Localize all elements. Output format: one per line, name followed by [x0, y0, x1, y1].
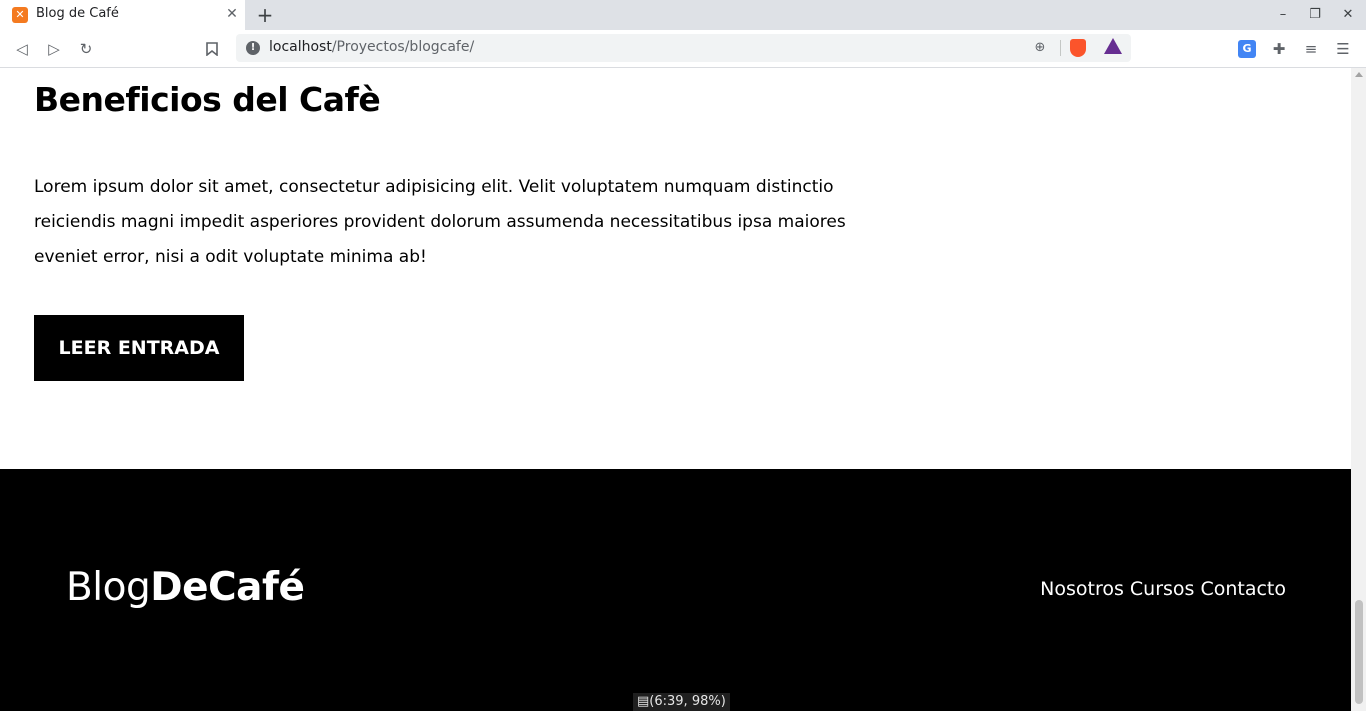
- logo-light-text: Blog: [66, 565, 151, 610]
- reload-button[interactable]: ↻: [75, 38, 97, 60]
- back-button[interactable]: ◁: [11, 38, 33, 60]
- forward-button[interactable]: ▷: [43, 38, 65, 60]
- page-viewport: Beneficios del Cafè Lorem ipsum dolor si…: [0, 68, 1351, 711]
- bookmark-icon[interactable]: [201, 38, 223, 60]
- browser-toolbar: ◁ ▷ ↻ ! localhost/Proyectos/blogcafe/ ⊕ …: [0, 30, 1366, 68]
- page-scrollbar[interactable]: [1351, 68, 1366, 711]
- tab-title: Blog de Café: [36, 6, 119, 21]
- window-close-button[interactable]: ✕: [1338, 5, 1358, 25]
- logo-bold-text: DeCafé: [150, 565, 305, 610]
- close-icon[interactable]: ✕: [224, 6, 240, 22]
- new-tab-button[interactable]: +: [256, 4, 274, 26]
- translate-icon[interactable]: G: [1238, 40, 1256, 58]
- footer-nav: Nosotros Cursos Contacto: [1040, 578, 1286, 600]
- footer-link-cursos[interactable]: Cursos: [1130, 578, 1195, 600]
- footer-link-contacto[interactable]: Contacto: [1200, 578, 1286, 600]
- url-separator: [1060, 40, 1061, 56]
- zoom-icon[interactable]: ⊕: [1032, 39, 1048, 57]
- entry-title: Beneficios del Cafè: [34, 80, 381, 119]
- address-bar[interactable]: ! localhost/Proyectos/blogcafe/ ⊕: [236, 34, 1131, 62]
- url-path: /Proyectos/blogcafe/: [331, 39, 475, 55]
- status-overlay-text: (6:39, 98%): [649, 694, 726, 709]
- scroll-thumb[interactable]: [1355, 600, 1363, 704]
- xampp-icon: ✕: [12, 7, 28, 23]
- media-queue-icon[interactable]: ≡: [1300, 38, 1322, 60]
- site-footer: BlogDeCafé Nosotros Cursos Contacto: [0, 469, 1351, 711]
- entry-body: Lorem ipsum dolor sit amet, consectetur …: [34, 177, 846, 267]
- footer-link-nosotros[interactable]: Nosotros: [1040, 578, 1124, 600]
- brave-rewards-icon[interactable]: [1104, 38, 1122, 54]
- brave-shields-icon[interactable]: [1070, 39, 1086, 57]
- site-info-icon[interactable]: !: [246, 41, 260, 55]
- tab-strip: ✕ Blog de Café ✕ + – ❐ ✕: [0, 0, 1366, 30]
- browser-tab[interactable]: ✕ Blog de Café ✕: [0, 0, 245, 30]
- document-icon: ▤: [637, 694, 650, 709]
- read-entry-button[interactable]: LEER ENTRADA: [34, 315, 244, 381]
- status-overlay: ▤(6:39, 98%): [633, 693, 730, 711]
- extensions-icon[interactable]: ✚: [1268, 38, 1290, 60]
- menu-icon[interactable]: ☰: [1332, 38, 1354, 60]
- footer-logo[interactable]: BlogDeCafé: [66, 565, 305, 610]
- scroll-up-arrow-icon[interactable]: [1355, 72, 1363, 77]
- url-host: localhost: [269, 39, 332, 55]
- restore-button[interactable]: ❐: [1305, 5, 1325, 25]
- url-text[interactable]: localhost/Proyectos/blogcafe/: [269, 39, 474, 55]
- minimize-button[interactable]: –: [1273, 5, 1293, 25]
